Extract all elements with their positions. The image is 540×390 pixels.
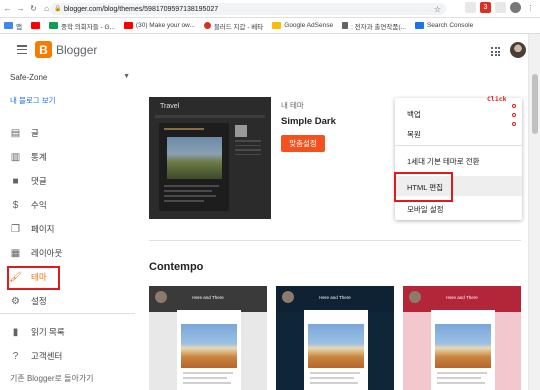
menu-divider <box>395 145 522 146</box>
sidebar-item-layout[interactable]: ▦ 레이아웃 <box>0 243 135 263</box>
site-icon <box>203 22 211 29</box>
menu-item-switch-first-gen[interactable]: 1세대 기본 테마로 전환 <box>407 156 480 167</box>
customize-button[interactable]: 맞춤설정 <box>281 135 325 152</box>
forward-icon[interactable]: → <box>15 3 26 14</box>
url-text: blogger.com/blog/themes/5981709597138195… <box>64 5 219 13</box>
theme-section-title: Contempo <box>149 261 204 273</box>
preview-sidebar <box>233 123 263 183</box>
annotation-box-edit-html <box>394 172 453 202</box>
sidebar-item-posts[interactable]: ▤ 글 <box>0 123 135 143</box>
view-blog-link[interactable]: 내 블로그 보기 <box>10 95 56 106</box>
extension-icon[interactable] <box>465 2 476 13</box>
current-theme-preview[interactable]: Travel <box>149 97 271 219</box>
legacy-blogger-link[interactable]: 기존 Blogger로 돌아가기 <box>10 373 94 384</box>
sidebar-item-label: 페이지 <box>31 224 55 234</box>
my-theme-label: 내 테마 <box>281 101 304 110</box>
bookmark-item[interactable]: 중학 의회자들 - G... <box>48 21 115 31</box>
youtube-icon <box>123 22 133 29</box>
profile-icon[interactable] <box>510 2 521 13</box>
annotation-box-theme <box>7 266 60 290</box>
extension-area: 3 ⋮ <box>465 2 536 13</box>
sidebar-item-label: 레이아웃 <box>31 248 63 258</box>
address-bar[interactable]: 🔒 blogger.com/blog/themes/59817095971381… <box>50 3 446 15</box>
extension-badge-icon[interactable]: 3 <box>480 2 491 13</box>
adsense-icon <box>272 22 282 29</box>
browser-toolbar: ← → ↻ ⌂ 🔒 blogger.com/blog/themes/598170… <box>0 0 540 18</box>
menu-item-restore[interactable]: 복원 <box>407 129 421 140</box>
divider <box>149 240 521 241</box>
sidebar-item-label: 설정 <box>31 296 47 306</box>
chevron-down-icon: ▼ <box>123 73 130 80</box>
theme-thumbnail[interactable]: Here and There <box>149 286 267 390</box>
earnings-icon: $ <box>12 199 19 211</box>
posts-icon: ▤ <box>10 127 21 139</box>
sidebar-item-stats[interactable]: ▥ 통계 <box>0 147 135 167</box>
sidebar-item-label: 글 <box>31 128 39 138</box>
layout-icon: ▦ <box>10 247 21 259</box>
bookmarks-bar: 앱 중학 의회자들 - G... (30) Make your ow... 블러… <box>0 18 540 34</box>
bookmark-item[interactable]: (30) Make your ow... <box>123 22 195 29</box>
page-scrollbar[interactable] <box>528 34 540 390</box>
sidebar-item-settings[interactable]: ⚙ 설정 <box>0 291 135 311</box>
sidebar-item-pages[interactable]: ❐ 페이지 <box>0 219 135 239</box>
search-console-icon <box>414 22 424 29</box>
sidebar-item-help[interactable]: ? 고객센터 <box>0 346 135 366</box>
sidebar: Safe-Zone ▼ 내 블로그 보기 ▤ 글 ▥ 통계 ■ 댓글 $ 수익 … <box>0 68 135 390</box>
sidebar-item-comments[interactable]: ■ 댓글 <box>0 171 135 191</box>
theme-thumbnail[interactable]: Here and There <box>403 286 521 390</box>
avatar[interactable] <box>510 42 526 58</box>
app-name: Blogger <box>56 43 98 57</box>
preview-blog-title: Travel <box>160 103 180 110</box>
click-annotation: Click <box>487 95 507 103</box>
sidebar-item-earnings[interactable]: $ 수익 <box>0 195 135 215</box>
preview-nav-bar <box>155 115 265 118</box>
hamburger-menu-icon[interactable] <box>17 45 27 54</box>
blog-name: Safe-Zone <box>10 73 48 82</box>
lock-icon: 🔒 <box>54 5 62 12</box>
reload-icon[interactable]: ↻ <box>28 3 39 14</box>
blogger-logo-icon[interactable]: B <box>35 41 52 58</box>
bookmark-item[interactable]: Google AdSense <box>272 22 333 29</box>
divider <box>0 313 135 314</box>
bookmark-item[interactable]: 블러드 지갑 - 베타 <box>203 21 263 31</box>
bookmark-apps[interactable]: 앱 <box>4 21 22 31</box>
current-theme-name: Simple Dark <box>281 116 336 127</box>
more-options-icon[interactable] <box>511 104 517 126</box>
comments-icon: ■ <box>12 175 19 187</box>
stats-icon: ▥ <box>10 151 21 163</box>
menu-item-mobile-settings[interactable]: 모바일 설정 <box>407 204 444 215</box>
bookmark-youtube[interactable] <box>30 22 40 29</box>
bookmark-item[interactable]: : 전자과 출연작품(... <box>342 21 406 31</box>
back-icon[interactable]: ← <box>2 3 13 14</box>
bookmark-item[interactable]: Search Console <box>414 22 473 29</box>
thumbnail-title: Here and There <box>319 295 351 300</box>
sidebar-item-label: 고객센터 <box>31 351 63 361</box>
sheets-icon <box>48 22 58 29</box>
bookmark-star-icon[interactable]: ☆ <box>434 5 441 14</box>
help-icon: ? <box>12 350 19 362</box>
youtube-icon <box>30 22 40 29</box>
sidebar-item-label: 수익 <box>31 200 47 210</box>
blog-selector[interactable]: Safe-Zone ▼ <box>10 73 130 82</box>
menu-item-backup[interactable]: 백업 <box>407 109 421 120</box>
apps-grid-icon <box>4 22 13 29</box>
browser-menu-icon[interactable]: ⋮ <box>525 2 536 13</box>
sidebar-item-label: 댓글 <box>31 176 47 186</box>
scroll-thumb[interactable] <box>532 74 538 134</box>
thumbnail-title: Here and There <box>192 295 224 300</box>
sidebar-item-reading-list[interactable]: ▮ 읽기 목록 <box>0 322 135 342</box>
settings-icon: ⚙ <box>11 295 20 307</box>
preview-post <box>159 123 229 211</box>
theme-thumbnail[interactable]: Here and There <box>276 286 394 390</box>
sidebar-item-label: 읽기 목록 <box>31 327 65 337</box>
app-header: B Blogger <box>0 34 528 68</box>
google-apps-icon[interactable] <box>491 47 500 56</box>
preview-post-image <box>167 137 222 179</box>
sidebar-item-label: 통계 <box>31 152 47 162</box>
thumbnail-title: Here and There <box>446 295 478 300</box>
reading-list-icon: ▮ <box>12 326 19 338</box>
site-icon <box>342 22 349 29</box>
pages-icon: ❐ <box>11 223 20 235</box>
extension-icon[interactable] <box>495 2 506 13</box>
